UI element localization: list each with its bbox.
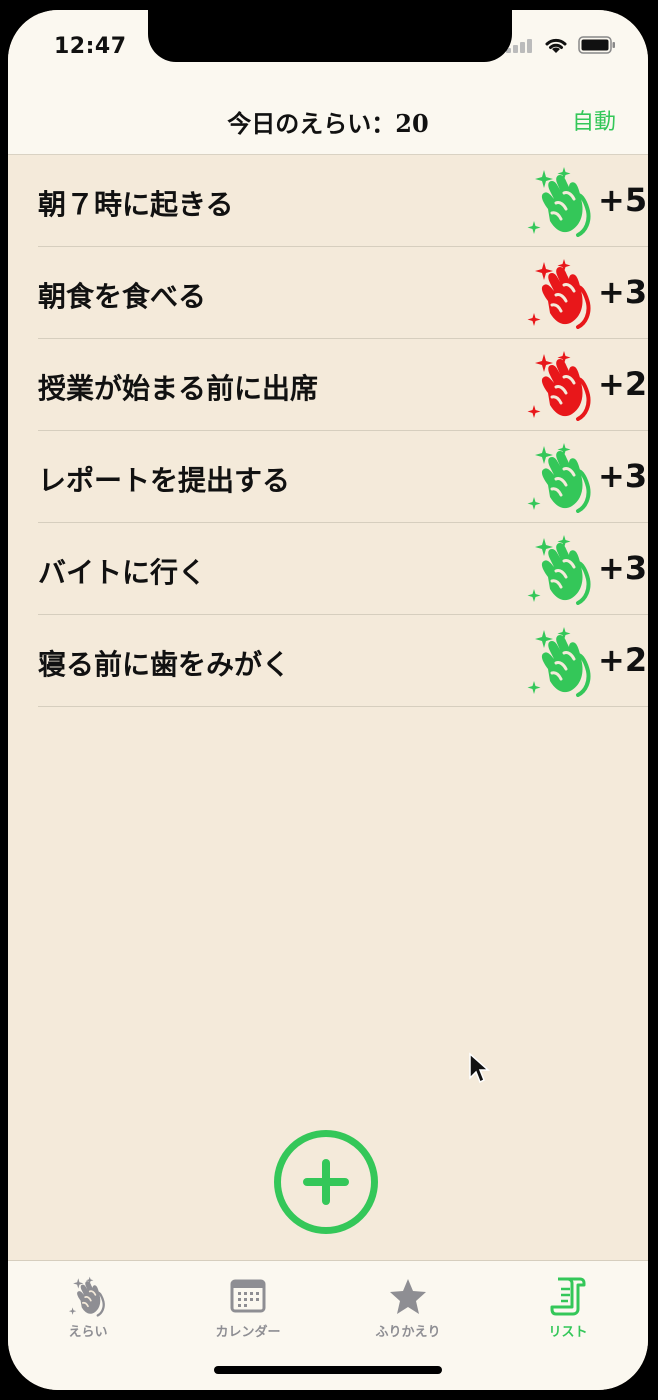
wifi-icon <box>545 38 567 53</box>
clap-icon[interactable] <box>526 625 596 697</box>
tab-list[interactable]: リスト <box>488 1275 648 1340</box>
list-item[interactable]: 朝７時に起きる +5 <box>8 155 648 247</box>
tab-erai[interactable]: えらい <box>8 1275 168 1340</box>
clap-icon[interactable] <box>526 441 596 513</box>
star-icon <box>390 1279 426 1314</box>
nav-bar: 今日のえらい：20 自動 <box>8 90 648 155</box>
task-points: +3 <box>598 549 648 587</box>
list-item[interactable]: 寝る前に歯をみがく +2 <box>8 615 648 707</box>
battery-icon <box>578 36 615 54</box>
today-score-title: 今日のえらい：20 <box>227 109 429 138</box>
list-item[interactable]: レポートを提出する +3 <box>8 431 648 523</box>
list-item[interactable]: バイトに行く +3 <box>8 523 648 615</box>
status-time: 12:47 <box>54 34 127 59</box>
clap-icon[interactable] <box>526 533 596 605</box>
list-item[interactable]: 朝食を食べる +3 <box>8 247 648 339</box>
scroll-icon <box>550 1277 586 1316</box>
home-indicator <box>214 1366 442 1374</box>
task-points: +3 <box>598 273 648 311</box>
clap-icon <box>68 1275 108 1317</box>
status-icons <box>506 36 616 54</box>
app-screen: 12:47 今日のえらい：20 自動 朝７時に起きる +5 朝食を食べる +3 … <box>8 10 648 1390</box>
task-points: +3 <box>598 457 648 495</box>
task-label: レポートを提出する <box>38 464 291 497</box>
notch <box>148 10 512 62</box>
list-item[interactable]: 授業が始まる前に出席 +2 <box>8 339 648 431</box>
clap-icon[interactable] <box>526 257 596 329</box>
add-button[interactable] <box>274 1130 378 1234</box>
tab-label: えらい <box>68 1325 108 1340</box>
task-label: バイトに行く <box>38 556 207 589</box>
task-label: 朝食を食べる <box>38 280 207 313</box>
tab-calendar[interactable]: カレンダー <box>168 1275 328 1340</box>
device-frame: 12:47 今日のえらい：20 自動 朝７時に起きる +5 朝食を食べる +3 … <box>0 0 658 1400</box>
tab-label: ふりかえり <box>375 1325 441 1340</box>
task-points: +5 <box>598 181 648 219</box>
task-list: 朝７時に起きる +5 朝食を食べる +3 授業が始まる前に出席 +2 レポートを… <box>8 155 648 707</box>
task-label: 朝７時に起きる <box>38 188 234 221</box>
task-points: +2 <box>598 641 648 679</box>
task-label: 寝る前に歯をみがく <box>38 648 291 681</box>
tab-review[interactable]: ふりかえり <box>328 1275 488 1340</box>
auto-button[interactable]: 自動 <box>572 104 616 136</box>
task-points: +2 <box>598 365 648 403</box>
calendar-icon <box>230 1279 266 1313</box>
clap-icon[interactable] <box>526 165 596 237</box>
clap-icon[interactable] <box>526 349 596 421</box>
tab-label: カレンダー <box>215 1325 281 1340</box>
tab-label: リスト <box>548 1325 588 1340</box>
mouse-cursor-icon <box>469 1052 490 1084</box>
task-label: 授業が始まる前に出席 <box>38 372 319 405</box>
